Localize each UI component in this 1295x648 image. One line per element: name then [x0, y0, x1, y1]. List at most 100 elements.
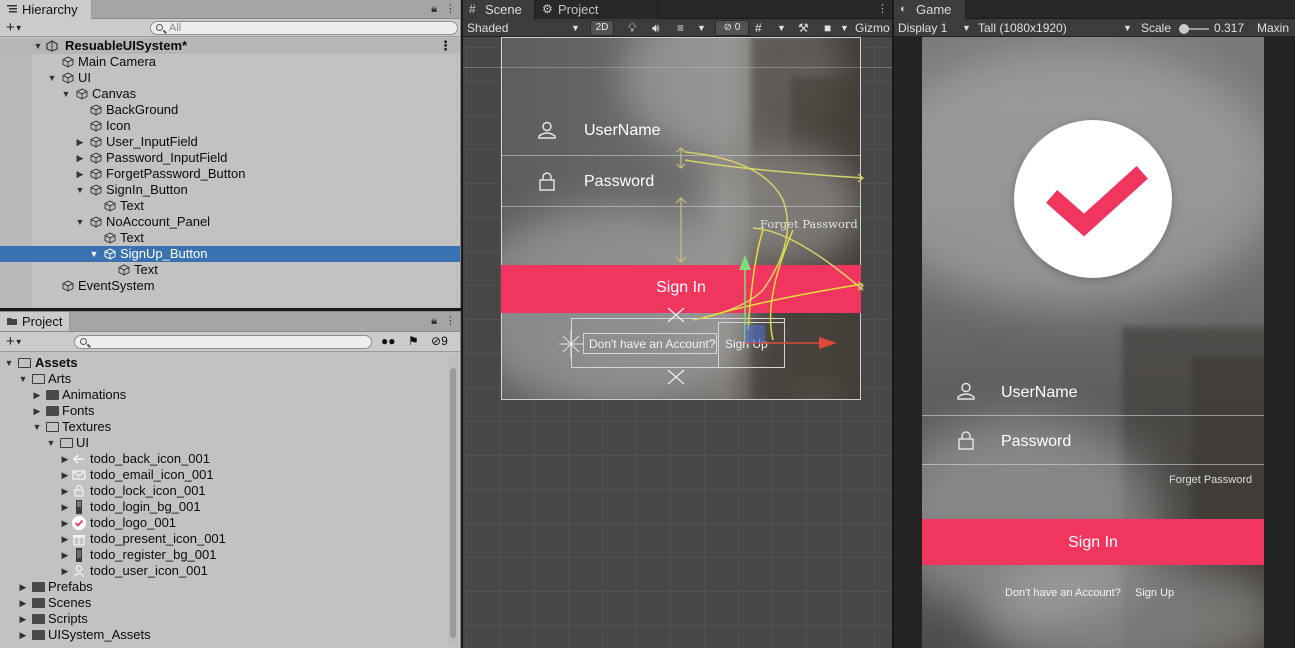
expand-arrow-icon[interactable]: ▼	[46, 70, 58, 86]
tree-item[interactable]: ▼ Canvas	[0, 86, 460, 102]
project-item[interactable]: ▼ Textures	[0, 419, 448, 435]
kebab-menu-icon[interactable]: ⋮	[439, 38, 452, 54]
project-item[interactable]: ▶ todo_logo_001	[0, 515, 448, 531]
game-signin-button[interactable]: Sign In	[922, 519, 1264, 565]
expand-arrow-icon[interactable]: ▶	[59, 515, 71, 531]
tree-item[interactable]: BackGround	[0, 102, 460, 118]
project-item[interactable]: ▶ Fonts	[0, 403, 448, 419]
expand-arrow-icon[interactable]: ▶	[59, 531, 71, 547]
expand-arrow-icon[interactable]: ▶	[59, 563, 71, 579]
project-item[interactable]: ▶ UISystem_Assets	[0, 627, 448, 643]
rect-anchor-icon	[559, 330, 583, 358]
game-forget-password-button[interactable]: Forget Password	[1169, 474, 1252, 486]
expand-arrow-icon[interactable]: ▶	[17, 611, 29, 627]
transform-gizmo-overlay[interactable]	[463, 0, 892, 420]
maximize-on-play-toggle[interactable]: Maxin	[1257, 21, 1289, 35]
pivot-anchor-icon	[667, 307, 685, 323]
expand-arrow-icon[interactable]: ▼	[17, 371, 29, 387]
project-item[interactable]: ▶ Prefabs	[0, 579, 448, 595]
project-item[interactable]: ▼ Assets	[0, 355, 448, 371]
lock-icon[interactable]: 🔒︎	[431, 314, 437, 328]
tree-item[interactable]: Text	[0, 262, 460, 278]
expand-arrow-icon[interactable]: ▼	[3, 355, 15, 371]
expand-arrow-icon[interactable]: ▼	[31, 419, 43, 435]
create-dropdown[interactable]: +▼	[6, 19, 23, 37]
kebab-menu-icon[interactable]: ⋮	[445, 2, 456, 16]
tree-item[interactable]: Text	[0, 198, 460, 214]
expand-arrow-icon[interactable]: ▼	[60, 86, 72, 102]
project-item[interactable]: ▶ todo_present_icon_001	[0, 531, 448, 547]
project-item[interactable]: ▼ Arts	[0, 371, 448, 387]
scale-slider-thumb[interactable]	[1179, 24, 1189, 34]
resolution-dropdown[interactable]: Tall (1080x1920)	[978, 21, 1067, 35]
project-scrollbar[interactable]	[448, 356, 458, 646]
project-item[interactable]: ▶ todo_back_icon_001	[0, 451, 448, 467]
gamepad-icon: ◐	[900, 3, 907, 15]
present-gift-icon	[73, 535, 85, 546]
project-item[interactable]: ▼ UI	[0, 435, 448, 451]
game-signup-button[interactable]: Sign Up	[1135, 587, 1174, 599]
tree-item[interactable]: ▶ Password_InputField	[0, 150, 460, 166]
tree-item-label: Main Camera	[78, 54, 157, 69]
create-dropdown[interactable]: +▼	[6, 333, 23, 351]
hidden-packages-toggle[interactable]: ⊘9	[431, 334, 448, 348]
anchor-arrow-icon	[676, 147, 686, 169]
tree-item[interactable]: Icon	[0, 118, 460, 134]
logo-checkmark-icon	[72, 516, 86, 530]
project-item[interactable]: ▶ Scripts	[0, 611, 448, 627]
expand-arrow-icon[interactable]: ▶	[59, 499, 71, 515]
expand-arrow-icon[interactable]: ▶	[17, 595, 29, 611]
expand-arrow-icon[interactable]: ▼	[32, 38, 44, 54]
maximize-label: Maxin	[1257, 21, 1290, 35]
label-tag-icon[interactable]: ⚑	[408, 334, 419, 348]
expand-arrow-icon[interactable]: ▶	[59, 451, 71, 467]
scene-root-row[interactable]: ▼ ResuableUISystem* ⋮	[0, 38, 460, 54]
expand-arrow-icon[interactable]: ▼	[74, 214, 86, 230]
expand-arrow-icon[interactable]: ▼	[74, 182, 86, 198]
tab-game[interactable]: ◐ Game	[894, 0, 966, 19]
project-item-label: Animations	[62, 387, 127, 402]
tab-project[interactable]: Project	[0, 312, 70, 331]
folder-open-icon	[46, 422, 59, 432]
kebab-menu-icon[interactable]: ⋮	[445, 314, 456, 328]
tree-item[interactable]: ▼ UI	[0, 70, 460, 86]
project-item[interactable]: ▶ todo_register_bg_001	[0, 547, 448, 563]
expand-arrow-icon[interactable]: ▼	[88, 246, 100, 262]
tree-item[interactable]: ▼ NoAccount_Panel	[0, 214, 460, 230]
tree-item[interactable]: EventSystem	[0, 278, 460, 294]
gameobject-cube-icon	[90, 120, 102, 132]
checkmark-icon	[1046, 165, 1149, 237]
project-item[interactable]: ▶ todo_user_icon_001	[0, 563, 448, 579]
tree-item[interactable]: ▶ ForgetPassword_Button	[0, 166, 460, 182]
expand-arrow-icon[interactable]: ▼	[45, 435, 57, 451]
search-by-type-icon[interactable]: ●●	[381, 334, 396, 348]
hierarchy-search-input[interactable]: All	[150, 21, 458, 35]
scrollbar-thumb[interactable]	[450, 368, 456, 638]
expand-arrow-icon[interactable]: ▶	[74, 166, 86, 182]
expand-arrow-icon[interactable]: ▶	[74, 150, 86, 166]
expand-arrow-icon[interactable]: ▶	[59, 547, 71, 563]
expand-arrow-icon[interactable]: ▶	[31, 387, 43, 403]
game-username-field[interactable]: UserName	[922, 367, 1264, 416]
project-search-input[interactable]	[74, 335, 372, 349]
tab-hierarchy[interactable]: Hierarchy	[0, 0, 92, 19]
tree-item[interactable]: ▼ SignIn_Button	[0, 182, 460, 198]
tree-item[interactable]: Main Camera	[0, 54, 460, 70]
project-item[interactable]: ▶ todo_lock_icon_001	[0, 483, 448, 499]
tree-item[interactable]: ▶ User_InputField	[0, 134, 460, 150]
game-password-field[interactable]: Password	[922, 416, 1264, 465]
expand-arrow-icon[interactable]: ▶	[59, 483, 71, 499]
project-item[interactable]: ▶ todo_login_bg_001	[0, 499, 448, 515]
project-item[interactable]: ▶ Animations	[0, 387, 448, 403]
project-item[interactable]: ▶ Scenes	[0, 595, 448, 611]
expand-arrow-icon[interactable]: ▶	[59, 467, 71, 483]
project-item[interactable]: ▶ todo_email_icon_001	[0, 467, 448, 483]
display-dropdown[interactable]: Display 1	[898, 21, 947, 35]
expand-arrow-icon[interactable]: ▶	[17, 579, 29, 595]
lock-icon[interactable]: 🔒︎	[431, 2, 437, 16]
expand-arrow-icon[interactable]: ▶	[31, 403, 43, 419]
expand-arrow-icon[interactable]: ▶	[74, 134, 86, 150]
tree-item[interactable]: Text	[0, 230, 460, 246]
tree-item-selected[interactable]: ▼ SignUp_Button	[0, 246, 460, 262]
expand-arrow-icon[interactable]: ▶	[17, 627, 29, 643]
